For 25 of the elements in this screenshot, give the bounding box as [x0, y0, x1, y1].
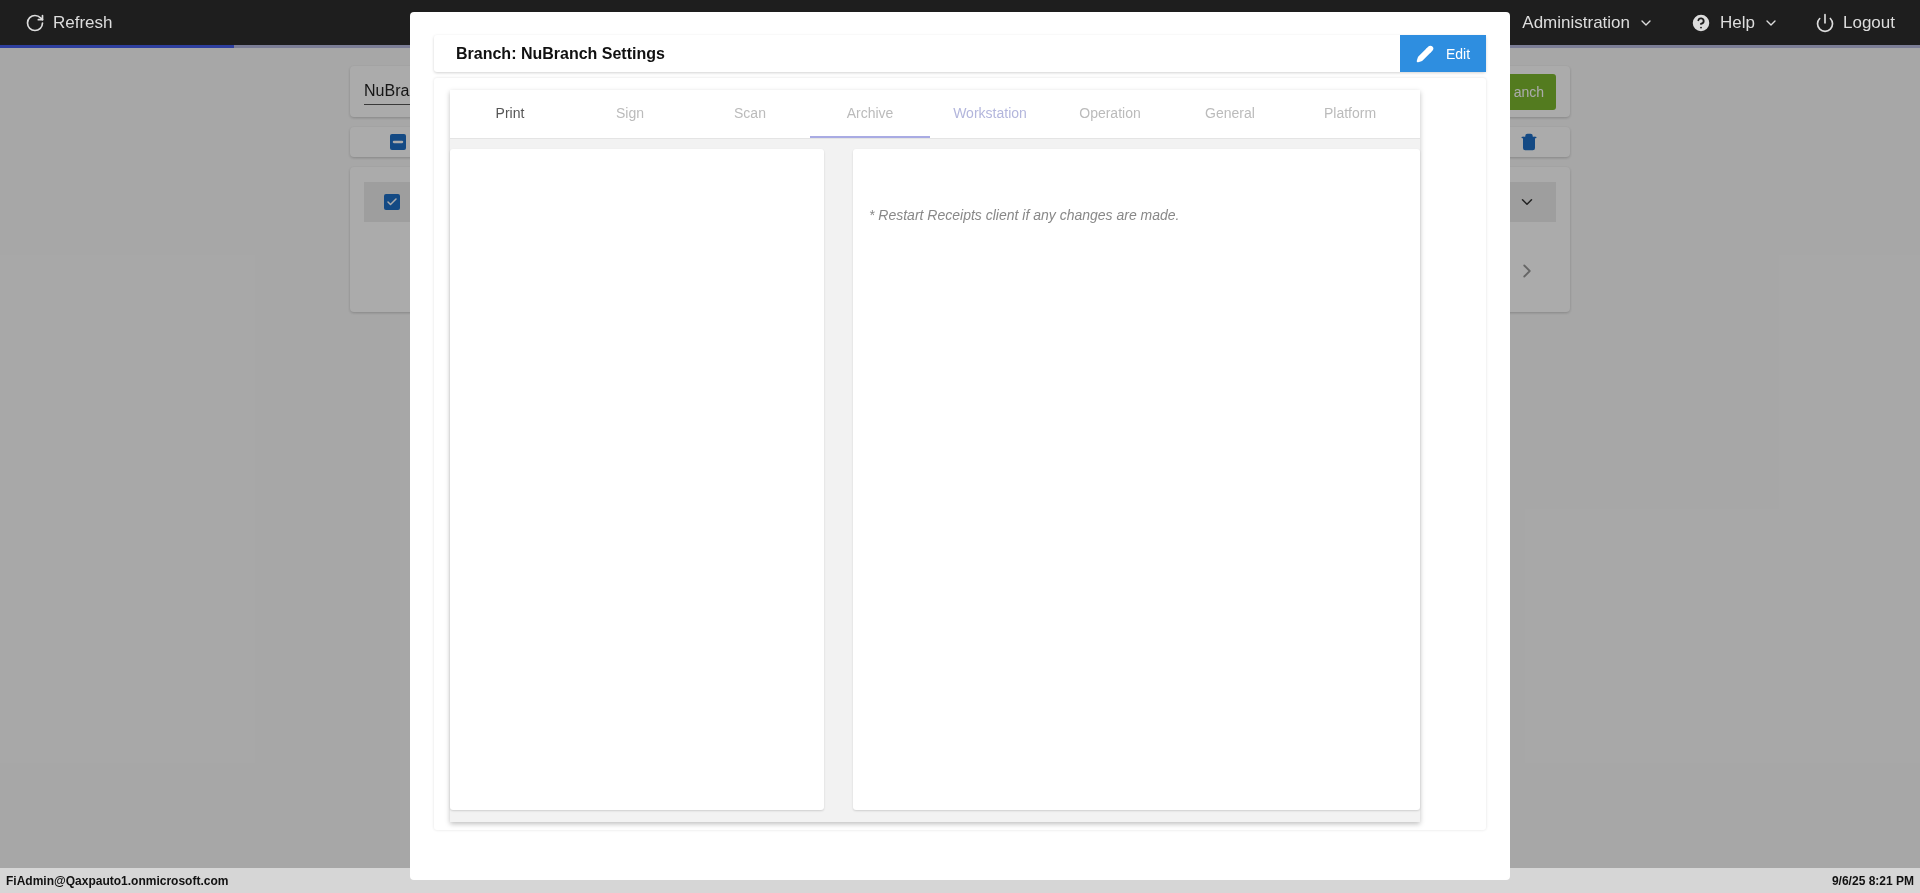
pencil-icon [1415, 44, 1434, 63]
refresh-button[interactable]: Refresh [25, 12, 113, 33]
menu-item[interactable]: Administration [1522, 12, 1655, 33]
tab[interactable]: Scan [690, 90, 810, 138]
tab[interactable]: Operation [1050, 90, 1170, 138]
menu-item[interactable]: Help [1690, 11, 1779, 34]
trash-icon[interactable] [1520, 133, 1538, 151]
checkbox[interactable] [390, 134, 406, 150]
tab[interactable]: General [1170, 90, 1290, 138]
checkbox[interactable] [384, 194, 400, 210]
tab[interactable]: Platform [1290, 90, 1410, 138]
user-email: FiAdmin@Qaxpauto1.onmicrosoft.com [6, 873, 229, 888]
refresh-icon [25, 12, 45, 33]
tab[interactable]: Workstation [930, 90, 1050, 138]
date-time: 9/6/25 8:21 PM [1831, 873, 1914, 888]
tab[interactable]: Print [450, 90, 570, 138]
check-icon [386, 196, 398, 208]
help-icon [1690, 11, 1713, 34]
menu-item[interactable]: Logout [1815, 12, 1895, 33]
restart-note: * Restart Receipts client if any changes are made. [869, 207, 1181, 223]
tab[interactable]: Sign [570, 90, 690, 138]
tab[interactable]: Archive [810, 90, 930, 138]
power-icon [1815, 12, 1835, 33]
edit-button[interactable]: Edit [1400, 35, 1486, 72]
dialog-title: Branch: NuBranch Settings [456, 44, 665, 63]
